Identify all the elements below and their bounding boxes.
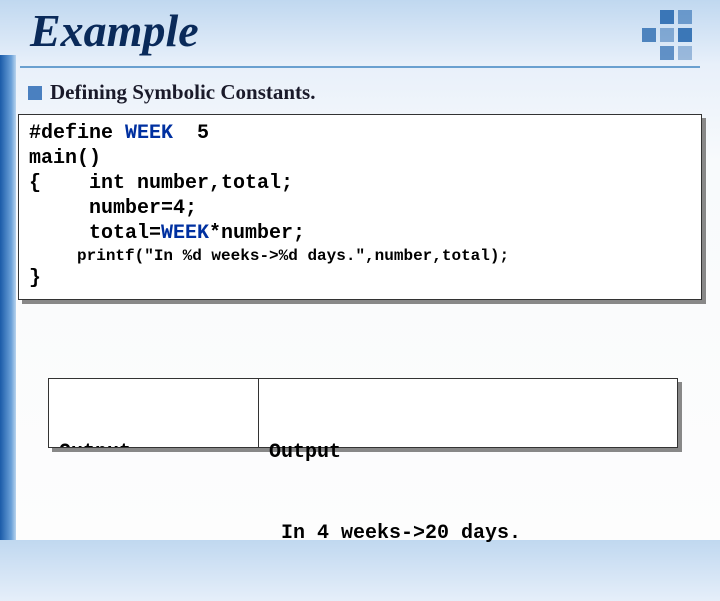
code-l2: main() <box>29 146 691 171</box>
slide-title: Example <box>30 4 199 57</box>
bullet-icon <box>28 86 42 100</box>
code-l4: number=4; <box>29 196 691 221</box>
code-l5a: total= <box>29 222 161 245</box>
code-l7: } <box>29 266 691 291</box>
output-area: Output In 4 weeks->20 days. Output In 4 … <box>48 378 688 468</box>
code-l1c: 5 <box>173 122 209 145</box>
output-box-1: Output In 4 weeks->20 days. <box>48 378 288 448</box>
output-label-2: Output <box>269 439 667 466</box>
code-l3: { int number,total; <box>29 171 691 196</box>
subtitle-text: Defining Symbolic Constants. <box>50 80 315 105</box>
decorative-squares <box>602 10 702 70</box>
title-underline <box>20 66 700 68</box>
code-l1a: #define <box>29 122 125 145</box>
code-block: #define WEEK 5 main() { int number,total… <box>18 114 702 300</box>
code-l6: printf("In %d weeks->%d days.",number,to… <box>29 246 691 266</box>
output-text-2: In 4 weeks->20 days. <box>269 520 667 547</box>
code-l5c: *number; <box>209 222 305 245</box>
left-accent-stripe <box>0 55 16 540</box>
subtitle-row: Defining Symbolic Constants. <box>28 80 315 105</box>
code-l1b: WEEK <box>125 122 173 145</box>
code-l5b: WEEK <box>161 222 209 245</box>
output-label-1: Output <box>59 439 277 448</box>
output-box-2: Output In 4 weeks->20 days. <box>258 378 678 448</box>
